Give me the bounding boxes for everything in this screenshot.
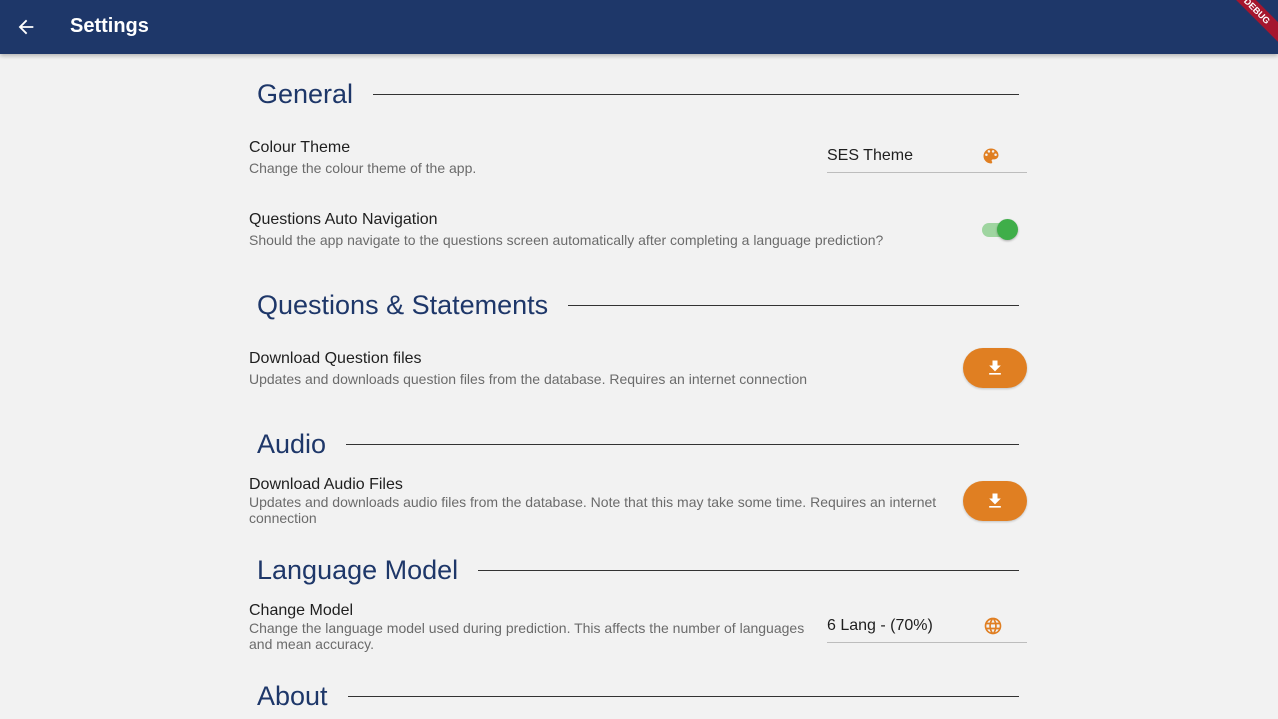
download-audio-title: Download Audio Files	[249, 476, 403, 493]
section-title: Audio	[257, 424, 347, 464]
download-audio-description: Updates and downloads audio files from t…	[249, 494, 937, 526]
download-icon	[989, 493, 1001, 508]
arrow-left-icon	[18, 19, 34, 35]
download-icon	[989, 360, 1001, 375]
section-title: General	[257, 74, 374, 114]
section-title: About	[257, 676, 348, 716]
change-model-title: Change Model	[249, 602, 354, 619]
page-title: Settings	[70, 15, 149, 37]
auto-navigation-toggle[interactable]	[980, 219, 1018, 241]
auto-navigation-title: Questions Auto Navigation	[249, 211, 438, 228]
section-divider	[257, 696, 1019, 697]
palette-icon	[983, 148, 999, 164]
download-questions-title: Download Question files	[249, 350, 422, 367]
section-language-model: Language Model	[257, 550, 1019, 590]
language-model-value: 6 Lang - (70%)	[827, 617, 933, 634]
colour-theme-value: SES Theme	[827, 147, 913, 164]
app-bar: Settings DEBUG	[0, 0, 1278, 54]
section-divider	[257, 444, 1019, 445]
section-audio: Audio	[257, 424, 1019, 464]
language-model-dropdown[interactable]: 6 Lang - (70%)	[827, 612, 1027, 643]
download-questions-description: Updates and downloads question files fro…	[249, 371, 808, 387]
auto-navigation-description: Should the app navigate to the questions…	[249, 232, 884, 248]
section-general: General	[257, 74, 1019, 114]
download-audio-button[interactable]	[963, 481, 1027, 521]
section-title: Questions & Statements	[257, 285, 569, 325]
section-about: About	[257, 676, 1019, 716]
debug-banner: DEBUG	[1213, 0, 1278, 54]
colour-theme-title: Colour Theme	[249, 139, 351, 156]
section-questions: Questions & Statements	[257, 285, 1019, 325]
change-model-description: Change the language model used during pr…	[249, 620, 805, 652]
section-title: Language Model	[257, 550, 479, 590]
back-button[interactable]	[10, 11, 42, 43]
colour-theme-dropdown[interactable]: SES Theme	[827, 142, 1027, 173]
toggle-thumb	[997, 219, 1018, 240]
settings-content[interactable]: General Colour Theme Change the colour t…	[0, 54, 1278, 719]
globe-icon	[984, 617, 1002, 635]
download-questions-button[interactable]	[963, 348, 1027, 388]
colour-theme-description: Change the colour theme of the app.	[249, 160, 477, 176]
